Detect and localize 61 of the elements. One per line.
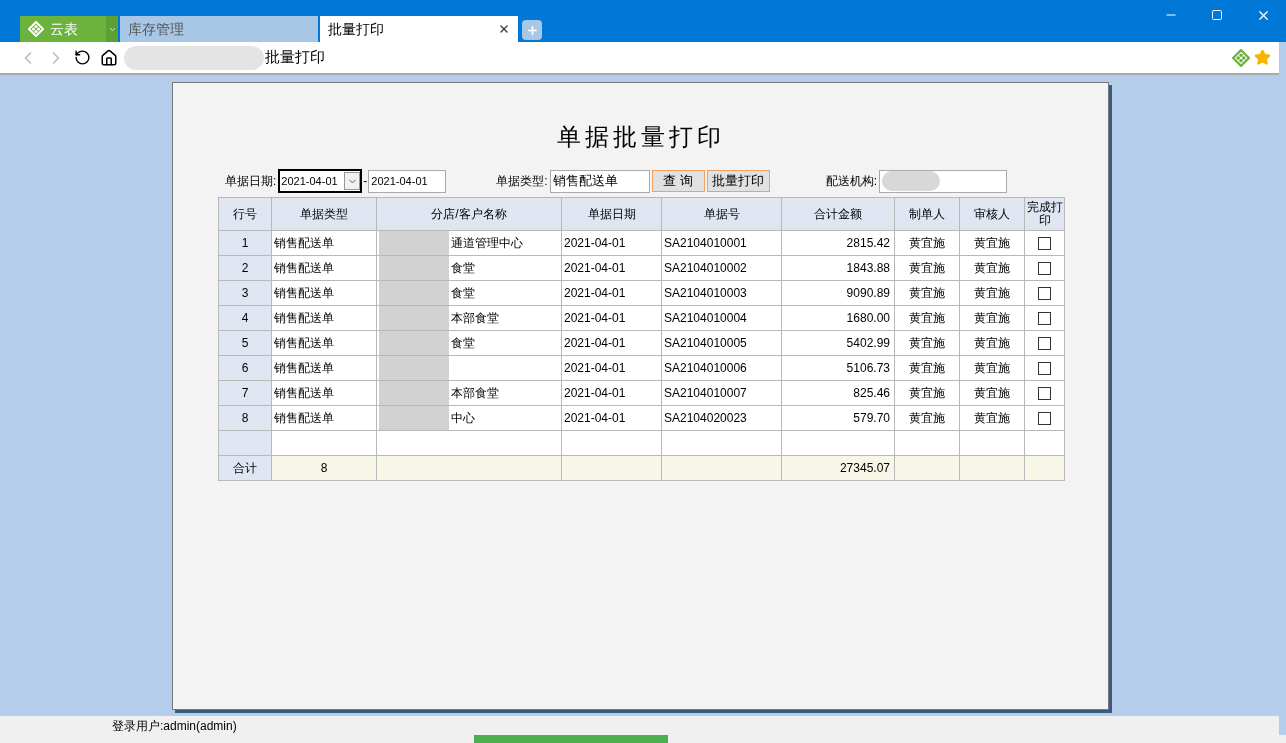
app-logo-icon	[1232, 48, 1250, 67]
table-cell: 4	[219, 306, 272, 331]
checkbox[interactable]	[1038, 236, 1051, 250]
batch-print-button[interactable]: 批量打印	[706, 170, 770, 192]
refresh-icon[interactable]	[74, 49, 91, 66]
redaction-blur	[379, 256, 449, 280]
redaction-blur	[379, 306, 449, 330]
tab[interactable]: 库存管理	[120, 16, 318, 42]
tab-label: 库存管理	[128, 19, 184, 39]
checkbox[interactable]	[1038, 311, 1051, 325]
query-button[interactable]: 查 询	[651, 170, 705, 192]
checkbox[interactable]	[1038, 286, 1051, 300]
table-cell: 27345.07	[782, 456, 895, 481]
checkbox[interactable]	[1038, 336, 1051, 350]
date-label: 单据日期:	[225, 173, 277, 190]
table-cell: 7	[219, 381, 272, 406]
table-cell: 6	[219, 356, 272, 381]
tab-label: 批量打印	[328, 19, 384, 39]
date-to-field[interactable]: 2021-04-01	[368, 169, 447, 193]
plus-icon	[525, 23, 539, 37]
table-cell-text: 食堂	[451, 285, 475, 302]
close-icon[interactable]	[498, 23, 510, 35]
table-cell: 3	[219, 281, 272, 306]
home-icon[interactable]	[100, 48, 118, 67]
type-field[interactable]: 销售配送单	[549, 169, 650, 193]
table-cell: 8	[272, 456, 377, 481]
table-cell: 5	[219, 331, 272, 356]
table-cell: 合计	[219, 456, 272, 481]
redaction-blur	[882, 171, 941, 191]
redaction-blur	[379, 406, 449, 430]
maximize-icon	[1211, 9, 1223, 21]
favorite-star-icon[interactable]	[1254, 49, 1271, 66]
page-title: 单据批量打印	[556, 122, 725, 152]
redaction-blur	[379, 281, 449, 305]
checkbox[interactable]	[1038, 361, 1051, 375]
checkbox[interactable]	[1038, 386, 1051, 400]
type-label: 单据类型:	[496, 173, 548, 190]
table-cell: 8	[219, 406, 272, 431]
app-logo-icon	[28, 21, 44, 37]
new-tab-button[interactable]	[522, 20, 542, 40]
tab[interactable]: 批量打印	[320, 16, 518, 42]
table-cell: 2	[219, 256, 272, 281]
table-cell-text: 本部食堂	[451, 310, 499, 327]
table-cell-text: 本部食堂	[451, 385, 499, 402]
table-cell-text: 通道管理中心	[451, 235, 523, 252]
org-field[interactable]	[879, 169, 1008, 193]
date-separator: -	[363, 173, 368, 190]
checkbox[interactable]	[1038, 411, 1051, 425]
table-cell: 1	[219, 231, 272, 256]
checkbox[interactable]	[1038, 261, 1051, 275]
redaction-blur	[379, 356, 449, 380]
status-user-text: 登录用户:admin(admin)	[112, 717, 237, 735]
table-cell-text: 食堂	[451, 260, 475, 277]
table-cell-text: 食堂	[451, 335, 475, 352]
table-cell-text: 中心	[451, 410, 475, 427]
address-text: 批量打印	[265, 47, 325, 68]
date-from-field[interactable]: 2021-04-01	[278, 169, 363, 193]
redaction-blur	[379, 381, 449, 405]
redaction-blur	[379, 231, 449, 255]
redaction-blur	[379, 331, 449, 355]
org-label: 配送机构:	[825, 173, 878, 190]
